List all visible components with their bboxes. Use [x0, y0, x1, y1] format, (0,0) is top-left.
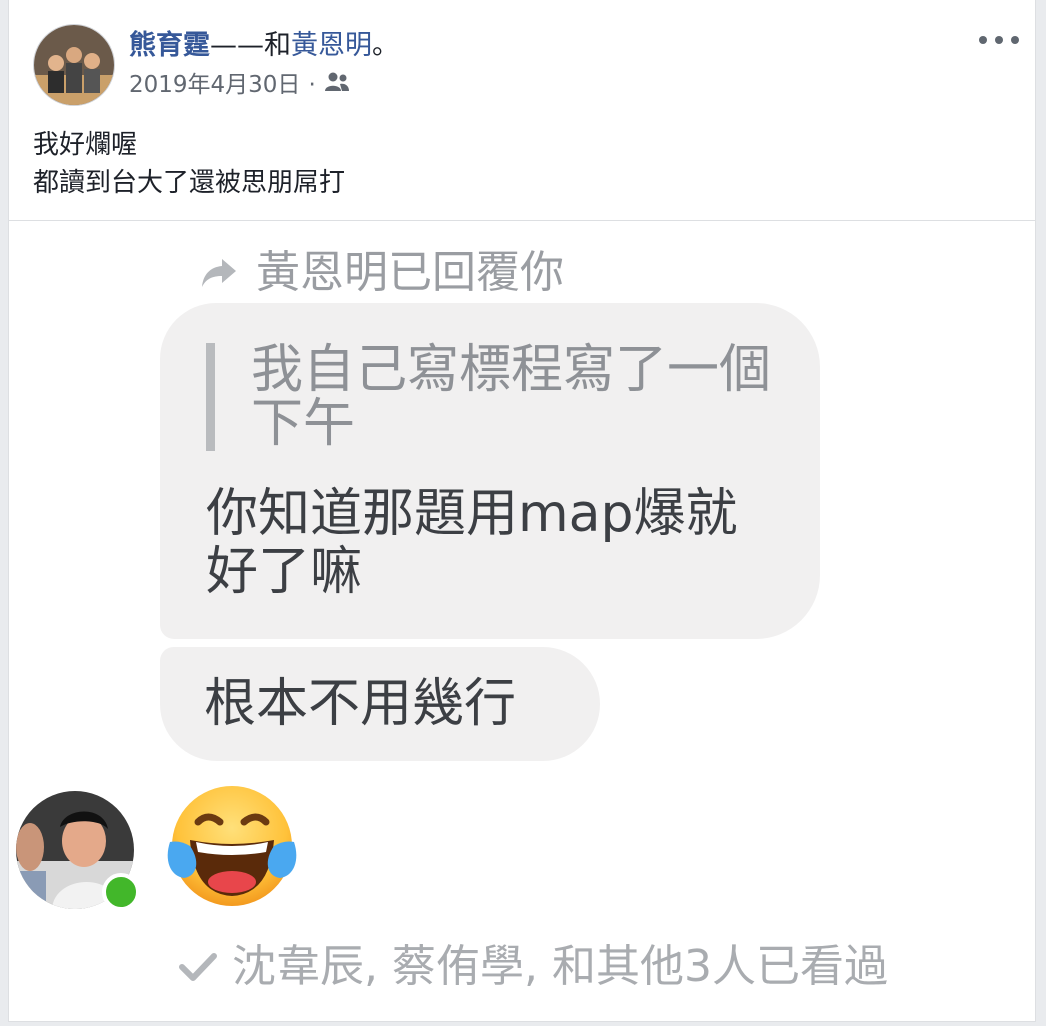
- author-name[interactable]: 熊育霆: [129, 30, 210, 61]
- reply-arrow-icon: [202, 259, 236, 287]
- meta-dot: ·: [308, 72, 316, 98]
- message-text: 根本不用幾行: [204, 674, 517, 734]
- author-line: 熊育霆——和黃恩明。: [129, 28, 399, 64]
- tag-end: 。: [372, 30, 399, 61]
- more-dot-icon: [1011, 36, 1019, 44]
- reply-note: 黃恩明已回覆你: [200, 247, 564, 299]
- post-date[interactable]: 2019年4月30日: [129, 70, 300, 100]
- more-options-button[interactable]: [979, 26, 1019, 54]
- message-bubble: 我自己寫標程寫了一個下午 你知道那題用map爆就好了嘛: [160, 303, 820, 639]
- tagged-name[interactable]: 黃恩明: [291, 30, 372, 61]
- post-text-line: 我好爛喔: [33, 130, 138, 160]
- seen-note-text: 沈韋辰, 蔡侑學, 和其他3人已看過: [232, 941, 888, 992]
- post-card: 熊育霆——和黃恩明。 2019年4月30日 · 我好爛喔 都讀到台大了還被思朋屌…: [8, 0, 1036, 1022]
- online-status-badge: [102, 873, 140, 911]
- more-dot-icon: [995, 36, 1003, 44]
- more-dot-icon: [979, 36, 987, 44]
- author-avatar[interactable]: [33, 24, 115, 106]
- post-meta: 2019年4月30日 ·: [129, 70, 350, 100]
- tag-separator: ——和: [210, 30, 291, 61]
- friends-icon[interactable]: [324, 70, 350, 100]
- laughing-with-tears-emoji: [162, 776, 302, 916]
- reply-note-text: 黃恩明已回覆你: [256, 247, 564, 298]
- attached-screenshot[interactable]: 黃恩明已回覆你 我自己寫標程寫了一個下午 你知道那題用map爆就好了嘛 根本不用…: [10, 221, 1035, 1021]
- quoted-message: 我自己寫標程寫了一個下午: [206, 343, 771, 451]
- post-text-line: 都讀到台大了還被思朋屌打: [33, 168, 346, 198]
- message-text: 你知道那題用map爆就好了嘛: [206, 484, 738, 602]
- check-icon: [179, 953, 217, 981]
- post-text: 我好爛喔 都讀到台大了還被思朋屌打: [33, 126, 345, 202]
- message-bubble: 根本不用幾行: [160, 647, 600, 761]
- seen-note: 沈韋辰, 蔡侑學, 和其他3人已看過: [178, 939, 888, 995]
